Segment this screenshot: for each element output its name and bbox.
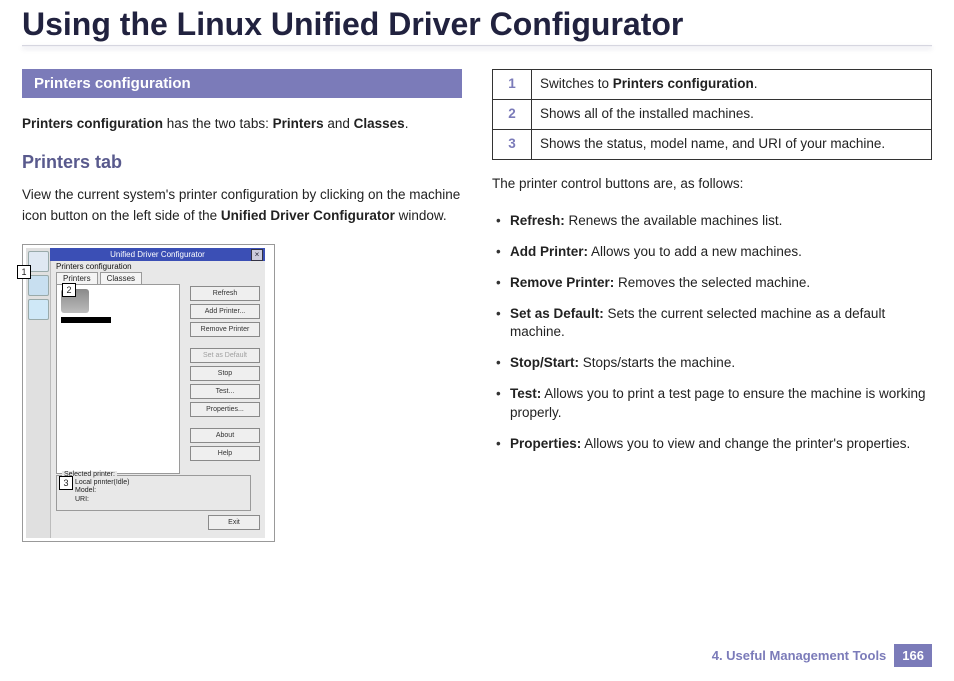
item-text: Allows you to print a test page to ensur… bbox=[510, 386, 925, 420]
legend-num-2: 2 bbox=[493, 99, 532, 129]
table-row: 1 Switches to Printers configuration. bbox=[493, 70, 932, 100]
legend-desc-2: Shows all of the installed machines. bbox=[532, 99, 932, 129]
shot-status-box: Selected printer: Local printer(Idle) Mo… bbox=[56, 475, 251, 511]
sub-heading: Printers tab bbox=[22, 152, 462, 173]
intro-text-1: has the two tabs: bbox=[163, 116, 273, 131]
intro-bold-2: Printers bbox=[273, 116, 324, 131]
intro-bold-1: Printers configuration bbox=[22, 116, 163, 131]
item-text: Removes the selected machine. bbox=[614, 275, 810, 290]
list-item: Stop/Start: Stops/starts the machine. bbox=[492, 354, 932, 373]
shot-status-line-3: URI: bbox=[75, 496, 245, 504]
shot-status-line-2: Model: bbox=[75, 487, 245, 495]
item-bold: Test: bbox=[510, 386, 541, 401]
table-row: 2 Shows all of the installed machines. bbox=[493, 99, 932, 129]
shot-titlebar: Unified Driver Configurator × bbox=[50, 248, 265, 261]
shot-btn-test: Test... bbox=[190, 384, 260, 399]
list-item: Remove Printer: Removes the selected mac… bbox=[492, 274, 932, 293]
shot-btn-stop: Stop bbox=[190, 366, 260, 381]
list-item: Properties: Allows you to view and chang… bbox=[492, 435, 932, 454]
shot-btn-exit: Exit bbox=[208, 515, 260, 530]
shot-btn-help: Help bbox=[190, 446, 260, 461]
shot-btn-about: About bbox=[190, 428, 260, 443]
left-column: Printers configuration Printers configur… bbox=[22, 69, 462, 542]
item-text: Allows you to view and change the printe… bbox=[581, 436, 910, 451]
legend-desc-3: Shows the status, model name, and URI of… bbox=[532, 129, 932, 159]
shot-btn-remove: Remove Printer bbox=[190, 322, 260, 337]
page-footer: 4. Useful Management Tools 166 bbox=[712, 644, 932, 667]
buttons-intro: The printer control buttons are, as foll… bbox=[492, 174, 932, 194]
list-item: Test: Allows you to print a test page to… bbox=[492, 385, 932, 423]
callout-1: 1 bbox=[17, 265, 31, 279]
title-underline bbox=[22, 45, 932, 47]
legend-desc-1: Switches to Printers configuration. bbox=[532, 70, 932, 100]
intro-paragraph: Printers configuration has the two tabs:… bbox=[22, 114, 462, 134]
intro-bold-3: Classes bbox=[354, 116, 405, 131]
shot-btn-add: Add Printer... bbox=[190, 304, 260, 319]
item-text: Allows you to add a new machines. bbox=[588, 244, 802, 259]
intro-text-2: and bbox=[324, 116, 354, 131]
shot-tab-classes: Classes bbox=[100, 272, 142, 284]
item-bold: Refresh: bbox=[510, 213, 565, 228]
shot-btn-default: Set as Default bbox=[190, 348, 260, 363]
right-column: 1 Switches to Printers configuration. 2 … bbox=[492, 69, 932, 542]
callout-3: 3 bbox=[59, 476, 73, 490]
item-bold: Remove Printer: bbox=[510, 275, 614, 290]
tab-paragraph: View the current system's printer config… bbox=[22, 185, 462, 226]
item-bold: Stop/Start: bbox=[510, 355, 579, 370]
legend-1-post: . bbox=[754, 76, 758, 91]
legend-num-1: 1 bbox=[493, 70, 532, 100]
list-item: Add Printer: Allows you to add a new mac… bbox=[492, 243, 932, 262]
section-header: Printers configuration bbox=[22, 69, 462, 98]
para-text-2: window. bbox=[395, 208, 447, 223]
legend-1-bold: Printers configuration bbox=[613, 76, 754, 91]
item-text: Renews the available machines list. bbox=[565, 213, 783, 228]
screenshot-figure: Unified Driver Configurator × 1 2 3 Prin… bbox=[22, 244, 275, 542]
shot-button-column: Refresh Add Printer... Remove Printer Se… bbox=[190, 286, 260, 464]
shot-btn-refresh: Refresh bbox=[190, 286, 260, 301]
callout-2: 2 bbox=[62, 283, 76, 297]
table-row: 3 Shows the status, model name, and URI … bbox=[493, 129, 932, 159]
footer-page-number: 166 bbox=[894, 644, 932, 667]
item-bold: Properties: bbox=[510, 436, 581, 451]
item-bold: Add Printer: bbox=[510, 244, 588, 259]
legend-table: 1 Switches to Printers configuration. 2 … bbox=[492, 69, 932, 160]
shot-btn-properties: Properties... bbox=[190, 402, 260, 417]
shot-printer-list bbox=[56, 284, 180, 474]
printer-item-label bbox=[61, 317, 111, 323]
item-text: Stops/starts the machine. bbox=[579, 355, 735, 370]
shot-sidebar bbox=[26, 248, 51, 538]
intro-text-3: . bbox=[405, 116, 409, 131]
item-bold: Set as Default: bbox=[510, 306, 604, 321]
close-icon: × bbox=[251, 249, 263, 261]
legend-num-3: 3 bbox=[493, 129, 532, 159]
button-list: Refresh: Renews the available machines l… bbox=[492, 212, 932, 454]
list-item: Set as Default: Sets the current selecte… bbox=[492, 305, 932, 343]
list-item: Refresh: Renews the available machines l… bbox=[492, 212, 932, 231]
shot-status-line-1: Local printer(Idle) bbox=[75, 479, 245, 487]
shot-title: Unified Driver Configurator bbox=[110, 250, 205, 259]
port-icon bbox=[28, 299, 49, 320]
para-bold: Unified Driver Configurator bbox=[221, 208, 395, 223]
page-title: Using the Linux Unified Driver Configura… bbox=[22, 6, 932, 43]
legend-1-pre: Switches to bbox=[540, 76, 613, 91]
shot-panel-title: Printers configuration bbox=[56, 262, 132, 271]
footer-chapter: 4. Useful Management Tools bbox=[712, 648, 887, 663]
